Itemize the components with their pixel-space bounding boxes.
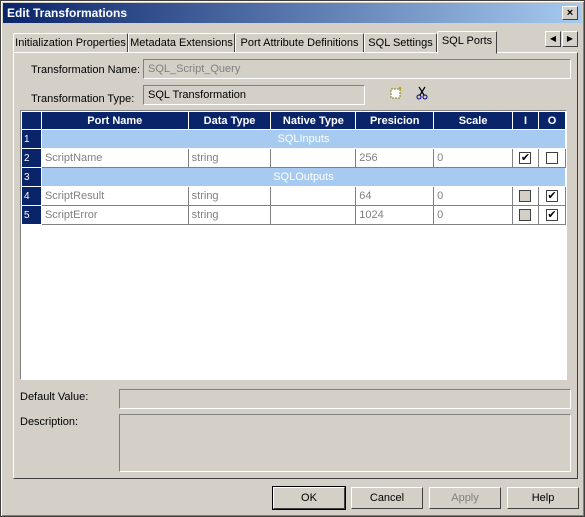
tab-metadata-extensions[interactable]: Metadata Extensions — [128, 33, 235, 53]
ports-table: Port Name Data Type Native Type Presicio… — [21, 111, 566, 225]
transformation-type-field: SQL Transformation — [143, 85, 365, 105]
output-cell: ✔ — [537, 205, 566, 225]
title-bar: Edit Transformations × — [3, 3, 582, 23]
precision-cell[interactable]: 64 — [355, 186, 435, 206]
table-row[interactable]: 5 ScriptError string 1024 0 ✔ — [21, 205, 566, 225]
port-name-cell[interactable]: ScriptError — [40, 205, 189, 225]
output-cell: ✔ — [537, 186, 566, 206]
description-label: Description: — [20, 416, 79, 428]
group-label: SQLOutputs — [40, 167, 566, 187]
close-button[interactable]: × — [562, 6, 578, 20]
input-checkbox[interactable] — [519, 209, 532, 222]
apply-button[interactable]: Apply — [429, 487, 501, 509]
description-field[interactable] — [119, 414, 571, 472]
row-number[interactable]: 2 — [21, 148, 42, 168]
row-number[interactable]: 5 — [21, 205, 42, 225]
edit-transformations-dialog: Edit Transformations × Initialization Pr… — [0, 0, 585, 517]
scale-cell[interactable]: 0 — [433, 148, 513, 168]
row-number[interactable]: 1 — [21, 129, 42, 149]
port-name-cell[interactable]: ScriptResult — [40, 186, 189, 206]
table-row[interactable]: 4 ScriptResult string 64 0 ✔ — [21, 186, 566, 206]
ports-grid: Port Name Data Type Native Type Presicio… — [20, 110, 567, 380]
group-row-sql-inputs[interactable]: 1 SQLInputs — [21, 129, 566, 149]
new-port-icon[interactable] — [387, 86, 405, 104]
help-button[interactable]: Help — [507, 487, 579, 509]
input-cell — [511, 205, 539, 225]
group-label: SQLInputs — [40, 129, 566, 149]
column-header-data-type[interactable]: Data Type — [187, 111, 272, 130]
scale-cell[interactable]: 0 — [433, 186, 513, 206]
window-title: Edit Transformations — [7, 6, 128, 20]
ok-button[interactable]: OK — [272, 486, 346, 510]
column-header-native-type[interactable]: Native Type — [270, 111, 357, 130]
column-header-scale[interactable]: Scale — [433, 111, 513, 130]
input-checkbox[interactable]: ✔ — [519, 152, 532, 165]
default-value-field[interactable] — [119, 389, 571, 409]
precision-cell[interactable]: 1024 — [355, 205, 435, 225]
tab-initialization-properties[interactable]: Initialization Properties — [13, 33, 128, 53]
corner-cell[interactable] — [21, 111, 42, 130]
data-type-cell[interactable]: string — [187, 205, 272, 225]
column-header-port-name[interactable]: Port Name — [40, 111, 189, 130]
data-type-cell[interactable]: string — [187, 148, 272, 168]
input-checkbox[interactable] — [519, 190, 532, 203]
transformation-name-field: SQL_Script_Query — [143, 59, 571, 79]
scissors-icon[interactable] — [413, 86, 431, 104]
row-number[interactable]: 3 — [21, 167, 42, 187]
input-cell — [511, 186, 539, 206]
cancel-button[interactable]: Cancel — [351, 487, 423, 509]
table-header: Port Name Data Type Native Type Presicio… — [21, 111, 566, 130]
output-cell — [537, 148, 566, 168]
transformation-name-label: Transformation Name: — [31, 64, 141, 76]
group-row-sql-outputs[interactable]: 3 SQLOutputs — [21, 167, 566, 187]
column-header-precision[interactable]: Presicion — [355, 111, 435, 130]
tab-port-attribute-definitions[interactable]: Port Attribute Definitions — [235, 33, 364, 53]
precision-cell[interactable]: 256 — [355, 148, 435, 168]
row-number[interactable]: 4 — [21, 186, 42, 206]
tab-sql-settings[interactable]: SQL Settings — [364, 33, 437, 53]
default-value-label: Default Value: — [20, 391, 89, 403]
input-cell: ✔ — [511, 148, 539, 168]
output-checkbox[interactable]: ✔ — [545, 209, 558, 222]
transformation-type-label: Transformation Type: — [31, 93, 135, 105]
tab-scroll-right-icon[interactable]: ▶ — [562, 31, 578, 47]
output-checkbox[interactable]: ✔ — [545, 190, 558, 203]
column-header-input[interactable]: I — [511, 111, 539, 130]
tab-sql-ports[interactable]: SQL Ports — [437, 31, 497, 54]
table-row[interactable]: 2 ScriptName string 256 0 ✔ — [21, 148, 566, 168]
scale-cell[interactable]: 0 — [433, 205, 513, 225]
column-header-output[interactable]: O — [537, 111, 566, 130]
output-checkbox[interactable] — [545, 152, 558, 165]
data-type-cell[interactable]: string — [187, 186, 272, 206]
native-type-cell[interactable] — [270, 148, 357, 168]
port-name-cell[interactable]: ScriptName — [40, 148, 189, 168]
native-type-cell[interactable] — [270, 186, 357, 206]
native-type-cell[interactable] — [270, 205, 357, 225]
tab-scroll-left-icon[interactable]: ◀ — [545, 31, 561, 47]
